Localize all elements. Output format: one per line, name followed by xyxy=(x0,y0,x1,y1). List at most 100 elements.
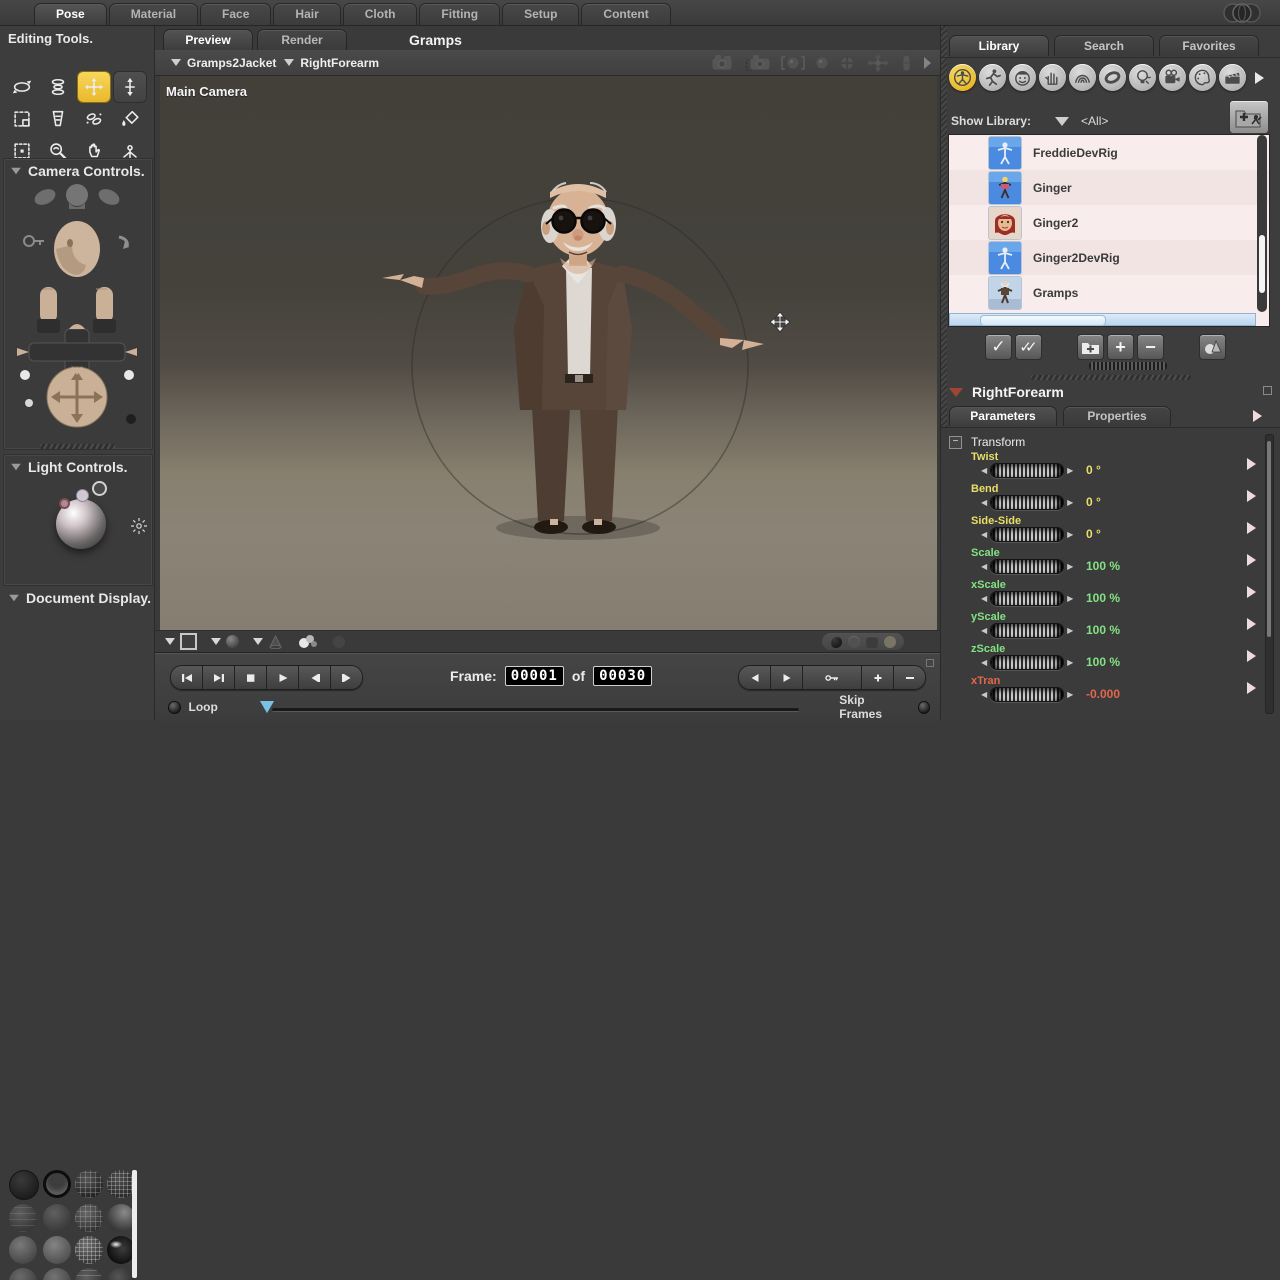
dial-increment-icon[interactable]: ▶ xyxy=(1067,467,1073,475)
move-cross-icon[interactable] xyxy=(865,54,891,72)
expand-arrow-icon[interactable] xyxy=(922,56,932,70)
tab-fitting[interactable]: Fitting xyxy=(419,3,500,25)
first-frame-button[interactable] xyxy=(171,666,203,689)
category-scenes-icon[interactable] xyxy=(1219,64,1246,91)
display-style-5[interactable] xyxy=(9,1204,37,1232)
remove-item-button[interactable]: − xyxy=(1137,334,1164,360)
dial-increment-icon[interactable]: ▶ xyxy=(1067,563,1073,571)
library-horizontal-scrollbar[interactable] xyxy=(949,313,1256,326)
param-options-icon[interactable] xyxy=(1247,554,1256,566)
add-item-button[interactable]: + xyxy=(1107,334,1134,360)
camera-controls-collapse-icon[interactable] xyxy=(11,168,21,174)
category-hands-icon[interactable] xyxy=(1039,64,1066,91)
tab-hair[interactable]: Hair xyxy=(273,3,340,25)
character-figure[interactable] xyxy=(382,183,764,534)
transform-collapse-box[interactable]: − xyxy=(949,436,962,449)
depth-cue-menu[interactable] xyxy=(253,635,283,649)
camera-frame-icon[interactable] xyxy=(745,54,771,72)
light-indicator-2[interactable] xyxy=(76,489,89,502)
dial-decrement-icon[interactable]: ◀ xyxy=(981,659,987,667)
lib-tab-favorites[interactable]: Favorites xyxy=(1159,35,1259,56)
tool-translate-pull-icon[interactable] xyxy=(78,72,110,102)
tracking-menu[interactable] xyxy=(211,635,239,648)
display-style-3[interactable] xyxy=(75,1170,103,1198)
tool-translate-in-z-icon[interactable] xyxy=(114,72,146,102)
display-style-4[interactable] xyxy=(107,1170,135,1198)
tool-twist-icon[interactable] xyxy=(42,72,74,102)
param-value[interactable]: 0 ° xyxy=(1086,527,1101,541)
play-button[interactable] xyxy=(267,666,299,689)
show-library-value[interactable]: <All> xyxy=(1081,114,1108,128)
capsule-icon[interactable] xyxy=(901,54,912,72)
timeline-scrubber[interactable] xyxy=(260,701,274,713)
current-frame-field[interactable]: 00001 xyxy=(505,666,564,686)
camera-controls-art[interactable] xyxy=(7,179,147,429)
document-display-collapse-icon[interactable] xyxy=(9,595,19,601)
param-tab-parameters[interactable]: Parameters xyxy=(949,406,1057,426)
dial-decrement-icon[interactable]: ◀ xyxy=(981,691,987,699)
display-style-9[interactable] xyxy=(9,1236,37,1264)
param-options-icon[interactable] xyxy=(1247,682,1256,694)
skip-frames-toggle[interactable] xyxy=(918,701,931,714)
param-options-icon[interactable] xyxy=(1247,586,1256,598)
param-value[interactable]: -0.000 xyxy=(1086,687,1120,701)
dial-increment-icon[interactable]: ▶ xyxy=(1067,595,1073,603)
dial-decrement-icon[interactable]: ◀ xyxy=(981,531,987,539)
display-style-8[interactable] xyxy=(107,1204,135,1232)
param-options-icon[interactable] xyxy=(1247,650,1256,662)
library-item-gramps[interactable]: Gramps xyxy=(949,275,1269,310)
light-controls-collapse-icon[interactable] xyxy=(11,464,21,470)
param-value[interactable]: 100 % xyxy=(1086,655,1120,669)
tab-content[interactable]: Content xyxy=(581,3,670,25)
panel-detach-box[interactable] xyxy=(926,659,934,667)
side-side-dial[interactable] xyxy=(990,527,1064,542)
apply-check-button[interactable]: ✓ xyxy=(985,334,1012,360)
document-style-menu[interactable] xyxy=(165,633,197,650)
ball-icon[interactable] xyxy=(815,56,829,70)
tracking-dot-full[interactable] xyxy=(830,636,842,648)
display-style-12[interactable] xyxy=(107,1236,135,1264)
stop-button[interactable] xyxy=(235,666,267,689)
library-item-freddiedevrig[interactable]: FreddieDevRig xyxy=(949,135,1269,170)
dial-decrement-icon[interactable]: ◀ xyxy=(981,595,987,603)
category-materials-icon[interactable] xyxy=(1189,64,1216,91)
actor-menu[interactable]: RightForearm xyxy=(284,56,379,70)
param-value[interactable]: 0 ° xyxy=(1086,463,1101,477)
parameters-drag-handle[interactable] xyxy=(1031,375,1191,380)
category-expression-icon[interactable] xyxy=(1009,64,1036,91)
display-style-1[interactable] xyxy=(9,1170,39,1200)
category-poses-icon[interactable] xyxy=(979,64,1006,91)
next-keyframe-button[interactable] xyxy=(771,666,803,689)
add-folder-button[interactable] xyxy=(1077,334,1104,360)
category-props-icon[interactable] xyxy=(1099,64,1126,91)
display-style-scrollbar[interactable] xyxy=(132,1170,137,1278)
param-options-icon[interactable] xyxy=(1247,458,1256,470)
tab-cloth[interactable]: Cloth xyxy=(343,3,418,25)
tab-setup[interactable]: Setup xyxy=(502,3,579,25)
tool-morphing-tool-icon[interactable] xyxy=(78,104,110,134)
tool-scale-icon[interactable] xyxy=(6,104,38,134)
param-value[interactable]: 100 % xyxy=(1086,623,1120,637)
camera-icon[interactable] xyxy=(711,54,735,71)
display-style-11[interactable] xyxy=(75,1236,103,1264)
param-options-icon[interactable] xyxy=(1247,618,1256,630)
category-lights-icon[interactable] xyxy=(1129,64,1156,91)
display-style-14[interactable] xyxy=(43,1268,71,1280)
twist-dial[interactable] xyxy=(990,463,1064,478)
parameters-detach-box[interactable] xyxy=(1263,386,1272,395)
category-figures-icon[interactable] xyxy=(949,64,976,91)
dial-decrement-icon[interactable]: ◀ xyxy=(981,627,987,635)
panel-drag-handle[interactable] xyxy=(1089,362,1167,370)
display-style-13[interactable] xyxy=(9,1268,37,1280)
actor-collapse-icon[interactable] xyxy=(949,388,963,397)
figure-menu[interactable]: Gramps2Jacket xyxy=(171,56,276,70)
create-prop-button[interactable] xyxy=(1199,334,1226,360)
xtran-dial[interactable] xyxy=(990,687,1064,702)
step-forward-button[interactable] xyxy=(331,666,362,689)
xscale-dial[interactable] xyxy=(990,591,1064,606)
param-value[interactable]: 0 ° xyxy=(1086,495,1101,509)
ghost-sphere-icon[interactable] xyxy=(333,636,345,648)
dial-increment-icon[interactable]: ▶ xyxy=(1067,659,1073,667)
step-back-button[interactable] xyxy=(299,666,331,689)
param-value[interactable]: 100 % xyxy=(1086,591,1120,605)
